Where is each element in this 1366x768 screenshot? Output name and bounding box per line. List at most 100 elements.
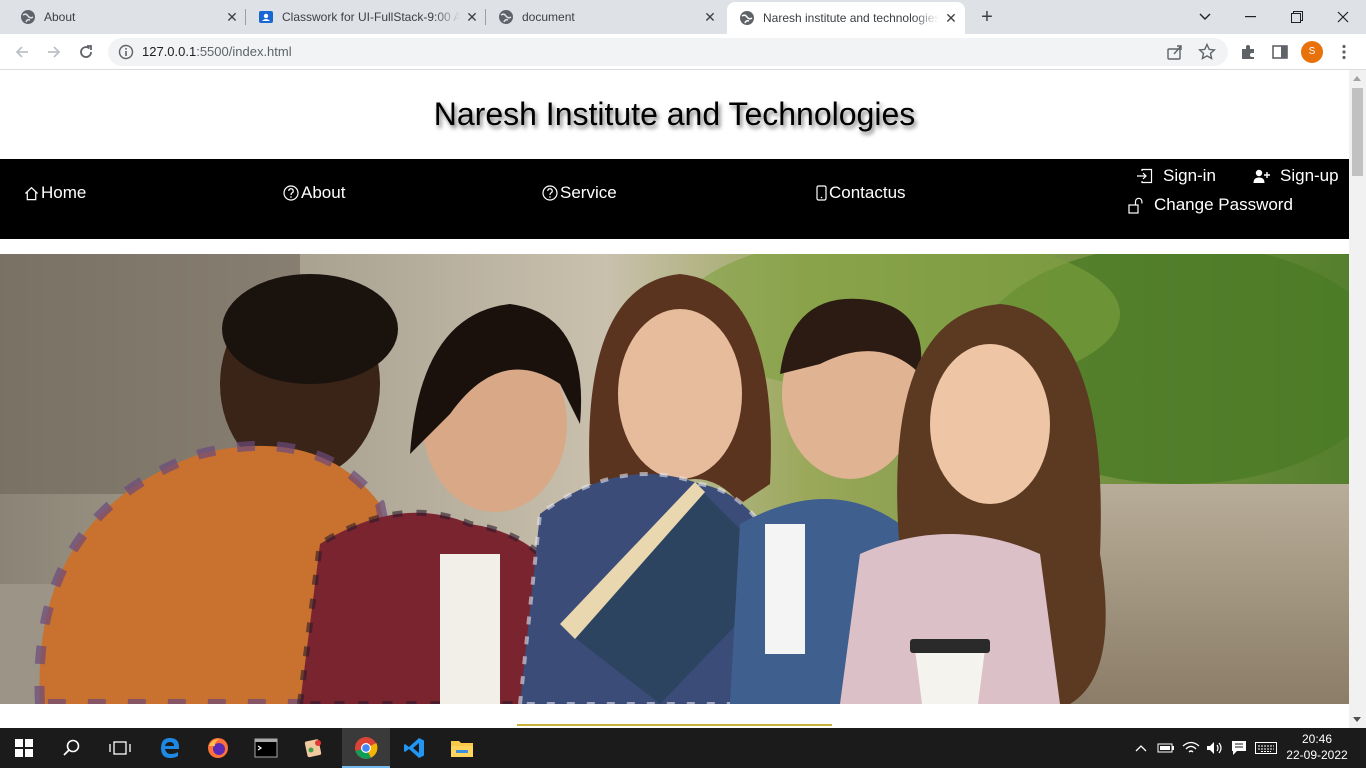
paint-app[interactable]	[290, 728, 338, 768]
unlock-icon	[1128, 197, 1143, 214]
nav-about[interactable]: About	[283, 183, 345, 203]
forward-button[interactable]	[42, 40, 66, 64]
signup-link[interactable]: Sign-up	[1253, 166, 1339, 186]
change-password-label: Change Password	[1154, 195, 1293, 214]
puzzle-icon	[1242, 45, 1254, 59]
extensions-button[interactable]	[1236, 40, 1260, 64]
close-tab-icon[interactable]: ✕	[702, 9, 718, 25]
scroll-down-arrow-icon[interactable]	[1353, 717, 1361, 722]
main-navbar: Home About Service Contactus Sign-in Sig…	[0, 159, 1349, 239]
page-viewport: Naresh Institute and Technologies Home A…	[0, 70, 1349, 728]
terminal-app[interactable]	[242, 728, 290, 768]
keyboard-button[interactable]	[1253, 728, 1279, 768]
nav-about-label: About	[301, 183, 346, 202]
close-icon	[1337, 11, 1349, 23]
nav-contactus-label: Contactus	[829, 183, 906, 202]
signin-label: Sign-in	[1163, 166, 1216, 185]
firefox-app[interactable]	[194, 728, 242, 768]
tab-title: Classwork for UI-FullStack-9:00 AM	[282, 10, 460, 24]
tab-title: document	[522, 10, 575, 24]
side-panel-icon	[1272, 45, 1288, 59]
clock-date: 22-09-2022	[1286, 748, 1348, 762]
scroll-up-arrow-icon[interactable]	[1353, 76, 1361, 81]
tab-naresh-institute[interactable]: Naresh institute and technologies ✕	[727, 2, 965, 34]
tab-classwork[interactable]: Classwork for UI-FullStack-9:00 AM ✕	[238, 0, 486, 34]
vscode-icon	[404, 738, 424, 758]
tab-about[interactable]: About ✕	[0, 0, 246, 34]
url-host: 127.0.0.1	[142, 44, 197, 59]
url-path: :5500/index.html	[196, 44, 292, 59]
back-button[interactable]	[10, 40, 34, 64]
message-icon	[1232, 741, 1246, 755]
address-bar[interactable]: 127.0.0.1:5500/index.html	[108, 38, 1228, 66]
terminal-icon	[254, 738, 278, 758]
system-clock[interactable]: 20:46 22-09-2022	[1286, 731, 1348, 763]
share-button[interactable]	[1166, 43, 1184, 66]
house-icon	[24, 186, 39, 200]
close-tab-icon[interactable]: ✕	[943, 10, 959, 26]
vscode-app[interactable]	[390, 728, 438, 768]
page-scrollbar[interactable]	[1349, 70, 1366, 728]
speaker-icon	[1207, 742, 1222, 754]
nav-service-label: Service	[560, 183, 617, 202]
close-window-button[interactable]	[1320, 0, 1366, 34]
restore-button[interactable]	[1274, 0, 1320, 34]
new-tab-button[interactable]: +	[975, 5, 999, 29]
phone-icon	[816, 185, 827, 201]
folder-icon	[451, 741, 473, 757]
share-icon	[1167, 45, 1182, 60]
windows-taskbar: 20:46 22-09-2022	[0, 728, 1366, 768]
globe-icon	[740, 11, 754, 25]
url-text: 127.0.0.1:5500/index.html	[142, 44, 292, 59]
signin-link[interactable]: Sign-in	[1136, 166, 1216, 186]
clock-time: 20:46	[1301, 732, 1333, 746]
chrome-app[interactable]	[342, 728, 390, 768]
browser-toolbar: 127.0.0.1:5500/index.html S	[0, 34, 1366, 70]
start-button[interactable]	[0, 728, 48, 768]
search-icon	[63, 739, 80, 756]
side-panel-button[interactable]	[1268, 40, 1292, 64]
edge-app[interactable]	[146, 728, 194, 768]
reload-button[interactable]	[74, 40, 98, 64]
nav-contactus[interactable]: Contactus	[816, 183, 906, 203]
network-button[interactable]	[1180, 728, 1202, 768]
edge-icon	[161, 738, 179, 758]
tab-search-button[interactable]	[1182, 0, 1228, 34]
hero-image	[0, 254, 1349, 704]
minimize-icon	[1245, 16, 1256, 18]
menu-button[interactable]	[1332, 40, 1356, 64]
battery-button[interactable]	[1155, 728, 1177, 768]
profile-avatar[interactable]: S	[1301, 41, 1323, 63]
browser-tabstrip: About ✕ Classwork for UI-FullStack-9:00 …	[0, 0, 1366, 34]
task-view-icon	[109, 741, 131, 755]
reload-icon	[80, 45, 92, 58]
search-button[interactable]	[48, 728, 96, 768]
nav-home[interactable]: Home	[24, 183, 86, 203]
tab-document[interactable]: document ✕	[478, 0, 724, 34]
arrow-right-icon	[48, 46, 61, 58]
minimize-button[interactable]	[1228, 0, 1274, 34]
volume-button[interactable]	[1204, 728, 1226, 768]
bookmark-button[interactable]	[1197, 42, 1217, 66]
windows-logo-icon	[15, 739, 33, 757]
info-icon	[118, 44, 134, 60]
file-explorer-app[interactable]	[438, 728, 486, 768]
tab-title: Naresh institute and technologies	[763, 11, 939, 25]
notification-button[interactable]	[1228, 728, 1250, 768]
restore-icon	[1291, 11, 1303, 23]
paint-icon	[304, 739, 322, 758]
nav-service[interactable]: Service	[542, 183, 617, 203]
change-password-link[interactable]: Change Password	[1128, 195, 1293, 215]
scroll-thumb[interactable]	[1352, 88, 1363, 176]
question-circle-icon	[283, 185, 299, 201]
task-view-button[interactable]	[96, 728, 144, 768]
firefox-icon	[208, 738, 228, 758]
chevron-down-icon	[1199, 13, 1211, 20]
question-circle-icon	[542, 185, 558, 201]
kebab-menu-icon	[1342, 44, 1346, 60]
person-plus-icon	[1253, 169, 1270, 183]
show-hidden-icons-button[interactable]	[1132, 728, 1150, 768]
signup-label: Sign-up	[1280, 166, 1339, 185]
chevron-up-icon	[1135, 745, 1147, 752]
tab-title: About	[44, 10, 76, 24]
